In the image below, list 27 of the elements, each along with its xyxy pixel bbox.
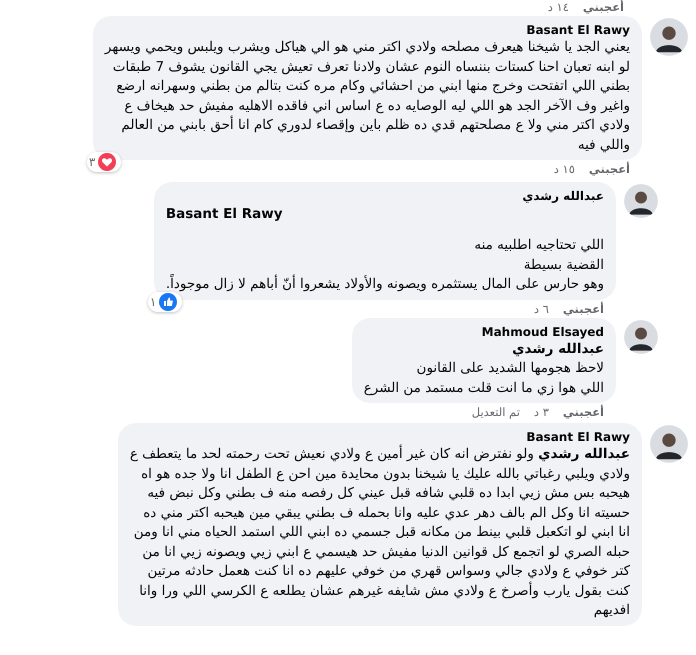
avatar[interactable]	[650, 425, 688, 463]
timestamp: ٣ د	[534, 404, 549, 422]
author-name[interactable]: عبدالله رشدي	[166, 188, 604, 204]
like-link[interactable]: أعجبني	[588, 161, 630, 179]
reaction-count: ٣	[88, 154, 96, 171]
avatar[interactable]	[624, 320, 658, 354]
comment-text: عبدالله رشدي ولو نفترض انه كان غير أمين ع ولادي نعيش تحت رحمته لحد ما يتعطف ع ولادي ويلبي رغباتي بالله عليك يا شيخنا بدون محايدة مين احن ع الطفل انا ولا جده هو اه هيحبه بس مش زيي ابدا ده قلبي شافه قبل عيني كل رفصه منه ف بطني وكل نبض فيه حسيته انا وكل الم بالف دهر عدي عليه وانا بحمله ف بطني يبقي مين هيحبه اكتر مني ده انا ابني لو اتكعبل قلبي بينط من مكانه قبل جسمي ده ابني اللي استمد الحياه مني انا ومن حبله الصري لو اتجمع كل قوانين الدنيا مفيش حد هيسمي ع ابني زيي ويصونه زيي انا من كتر خوفي ع ولادي جالي وسواس قهري من خوفي عليهم ده انا كنت هعمل حادثه مرتين كنت بقول يارب وأصرخ ع ولادي مش شايفه غيرهم عشان يطلعه ع الكرسي اللي ورا وانا افديهم	[130, 445, 630, 620]
mention-tag[interactable]: Basant El Rawy	[166, 204, 282, 224]
like-link[interactable]: أعجبني	[562, 300, 604, 318]
reaction-badge[interactable]: ٣	[86, 152, 122, 172]
reaction-count: ١	[150, 294, 156, 310]
author-name[interactable]: Basant El Rawy	[130, 429, 630, 445]
comment-text: عبدالله رشدي لاحظ هجومها الشديد على القانون اللي هوا زي ما انت قلت مستمد من الشرع	[364, 340, 604, 398]
avatar[interactable]	[624, 184, 658, 218]
timestamp: ١٤ د	[548, 0, 569, 16]
timestamp: ١٥ د	[554, 161, 575, 178]
author-name[interactable]: Basant El Rawy	[104, 22, 630, 38]
like-link[interactable]: أعجبني	[582, 0, 624, 17]
thumbs-up-icon	[159, 292, 178, 310]
edited-label: تم التعديل	[472, 404, 520, 422]
like-link[interactable]: أعجبني	[562, 404, 604, 422]
reaction-badge[interactable]: ١	[148, 292, 182, 312]
comment-text: يعني الجد يا شيخنا هيعرف مصلحه ولادي اكتر مني هو الي هياكل ويشرب ويلبس ويحمي ويسهر لو ابنه تعبان احنا كستات بننساه النوم عشان ولادنا تعرف تعيش يجي القانون يشوف 7 طبقات بطني اللي اتفتحت وخرج منها ابني من احشائي وكام مره كنت بتالم من بطني وسهرانه ارضع واغير وف الآخر الجد هو اللي ليه الوصايه ده ع اساس اني فاقده الاهليه مفيش حد هيخاف ع ولادي اكتر مني ولا ع مصلحتهم قدي ده ظلم باين وإقصاء لدوري كام انا أحق بابني من العالم واللي فيه	[104, 38, 630, 154]
author-name[interactable]: Mahmoud Elsayed	[364, 324, 604, 340]
comment-text: اللي تحتاجيه اطلبيه منه القضية بسيطة وهو حارس على المال يستثمره ويصونه والأولاد يشعروا أنّ أباهم لا زال موجوداً.	[166, 236, 604, 294]
avatar[interactable]	[650, 18, 688, 56]
timestamp: ٦ د	[534, 300, 549, 318]
